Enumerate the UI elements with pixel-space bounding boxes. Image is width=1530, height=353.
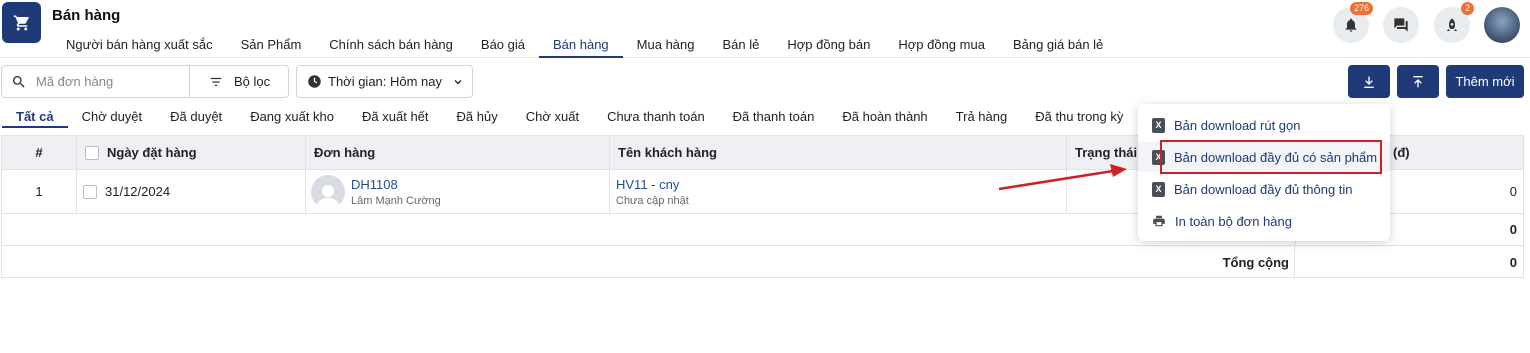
nav-item[interactable]: Mua hàng <box>623 32 709 58</box>
rocket-button[interactable]: 2 <box>1434 2 1474 43</box>
upload-icon <box>1413 75 1423 87</box>
excel-icon: X <box>1152 181 1165 197</box>
customer-link[interactable]: HV11 - cny <box>616 177 689 192</box>
chevron-down-icon <box>454 80 462 85</box>
tab-status[interactable]: Đã duyệt <box>156 106 236 128</box>
tab-status[interactable]: Chưa thanh toán <box>593 106 719 128</box>
rocket-icon <box>1446 18 1458 31</box>
printer-icon <box>1153 215 1165 227</box>
menu-item-label: Bản download rút gọn <box>1174 117 1301 133</box>
time-filter-select[interactable]: Thời gian: Hôm nay <box>296 65 473 98</box>
notification-badge: 276 <box>1349 2 1373 15</box>
excel-icon: X <box>1152 117 1165 133</box>
annotation-arrow-icon <box>998 164 1127 191</box>
order-code-link[interactable]: DH1108 <box>351 177 441 192</box>
page-title: Bán hàng <box>52 7 121 24</box>
tab-status[interactable]: Đang xuất kho <box>236 106 348 128</box>
total-value: 0 <box>1509 254 1517 270</box>
highlight-box <box>1160 140 1382 174</box>
time-filter-label: Thời gian: Hôm nay <box>328 74 443 89</box>
filter-icon <box>210 77 222 86</box>
menu-item-label: In toàn bộ đơn hàng <box>1175 213 1292 229</box>
row-order-cell: DH1108 Lâm Mạnh Cường <box>306 170 610 213</box>
menu-item-label: Bản download đầy đủ thông tin <box>1174 181 1353 197</box>
menu-item-print-all[interactable]: In toàn bộ đơn hàng <box>1138 206 1390 236</box>
nav-item[interactable]: Người bán hàng xuất sắc <box>52 32 227 58</box>
upload-button[interactable] <box>1397 65 1439 98</box>
row-date-cell: 31/12/2024 <box>77 170 306 213</box>
user-avatar[interactable] <box>1484 7 1520 43</box>
nav-item[interactable]: Bảng giá bán lẻ <box>999 32 1117 58</box>
total-label: Tổng cộng <box>1067 246 1295 278</box>
top-bar: Bán hàng Người bán hàng xuất sắc Sản Phẩ… <box>0 0 1530 58</box>
search-icon <box>2 74 36 90</box>
search-box: Bộ lọc <box>1 65 289 98</box>
nav-item[interactable]: Chính sách bán hàng <box>315 32 467 58</box>
notification-button[interactable]: 276 <box>1333 2 1373 43</box>
row-checkbox[interactable] <box>83 184 97 199</box>
nav-item[interactable]: Hợp đồng bán <box>773 32 884 58</box>
tab-status[interactable]: Đã thanh toán <box>719 106 829 128</box>
add-new-button[interactable]: Thêm mới <box>1446 65 1524 98</box>
tab-status[interactable]: Đã hoàn thành <box>828 106 941 128</box>
download-icon <box>1364 76 1374 88</box>
clock-icon <box>308 75 321 88</box>
header-order-date-label: Ngày đặt hàng <box>107 145 197 160</box>
header-order: Đơn hàng <box>306 136 610 169</box>
header-order-date: Ngày đặt hàng <box>77 136 306 169</box>
main-nav: Người bán hàng xuất sắc Sản Phẩm Chính s… <box>52 32 1117 58</box>
order-person: Lâm Mạnh Cường <box>351 194 441 207</box>
tab-status[interactable]: Đã thu trong kỳ <box>1021 106 1137 128</box>
bell-icon <box>1345 18 1357 32</box>
tab-status[interactable]: Chờ xuất <box>512 106 593 128</box>
menu-item-download-full-info[interactable]: X Bản download đầy đủ thông tin <box>1138 174 1390 204</box>
nav-item[interactable]: Bán lẻ <box>709 32 774 58</box>
tab-status[interactable]: Đã hủy <box>443 106 512 128</box>
rocket-badge: 2 <box>1460 2 1474 15</box>
tab-status[interactable]: Đã xuất hết <box>348 106 443 128</box>
toolbar: Bộ lọc Thời gian: Hôm nay Thêm mới <box>0 65 1530 99</box>
filter-label: Bộ lọc <box>234 74 271 89</box>
total-row: Tổng cộng 0 <box>2 246 1523 278</box>
nav-item[interactable]: Hợp đồng mua <box>884 32 999 58</box>
nav-item-active[interactable]: Bán hàng <box>539 32 623 58</box>
download-button[interactable] <box>1348 65 1390 98</box>
order-search-input[interactable] <box>36 74 186 89</box>
chat-button[interactable] <box>1383 7 1419 43</box>
tab-status[interactable]: Chờ duyệt <box>68 106 157 128</box>
menu-item-download-short[interactable]: X Bản download rút gọn <box>1138 110 1390 140</box>
nav-item[interactable]: Báo giá <box>467 32 539 58</box>
customer-sub: Chưa cập nhật <box>616 194 689 207</box>
row-date: 31/12/2024 <box>105 184 171 199</box>
row-index: 1 <box>2 170 77 213</box>
header-index: # <box>2 136 77 169</box>
filter-button[interactable]: Bộ lọc <box>189 66 289 97</box>
customer-avatar-icon <box>311 174 345 209</box>
tab-all[interactable]: Tất cả <box>2 106 68 128</box>
cart-icon[interactable] <box>2 2 41 43</box>
tab-status[interactable]: Trả hàng <box>942 106 1022 128</box>
chat-icon <box>1394 18 1408 32</box>
nav-item[interactable]: Sản Phẩm <box>227 32 316 58</box>
status-tabs: Tất cả Chờ duyệt Đã duyệt Đang xuất kho … <box>2 106 1137 128</box>
select-all-checkbox[interactable] <box>85 145 99 160</box>
